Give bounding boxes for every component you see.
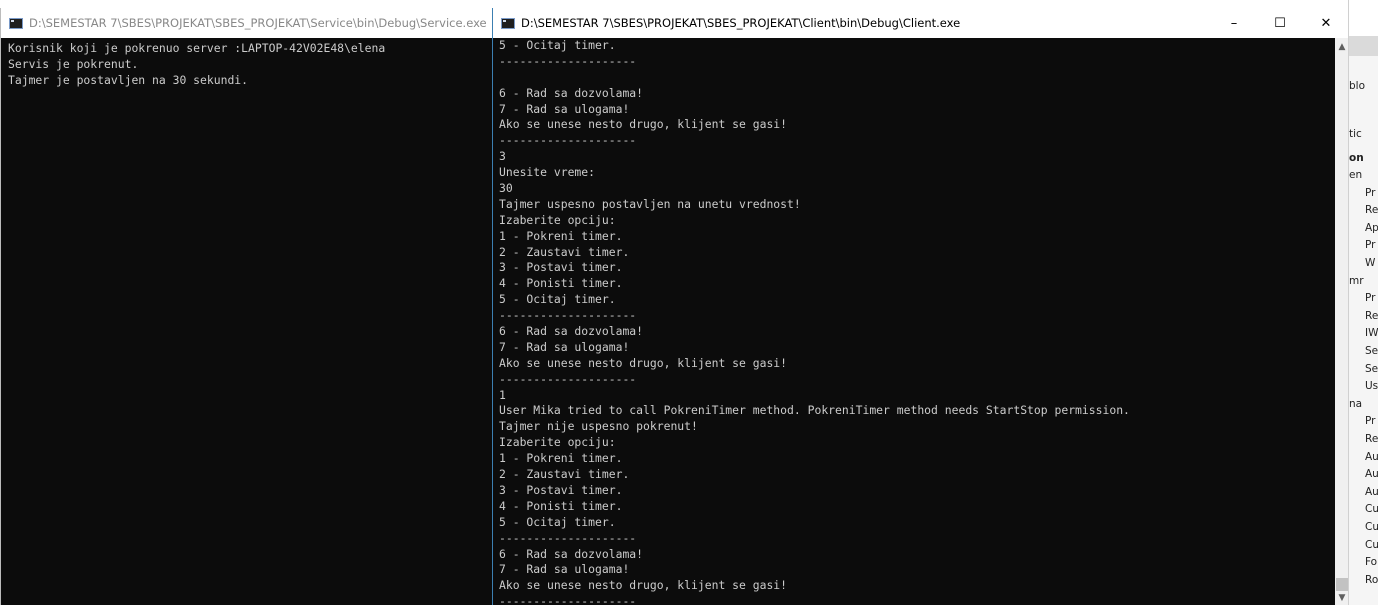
service-window-title: D:\SEMESTAR 7\SBES\PROJEKAT\SBES_PROJEKA… (29, 16, 487, 30)
background-list-item: Us (1365, 380, 1378, 393)
console-line: -------------------- (499, 371, 637, 386)
background-list-item: Se (1365, 362, 1378, 375)
background-list-item: Cu (1365, 538, 1378, 551)
console-line: 3 - Postavi timer. (499, 260, 623, 275)
background-window[interactable]: blo tic on en Pr Re Ap Pr Wmr Pr Re IW Se Se Us na Pr Re A… (1348, 0, 1378, 605)
background-list-item: Au (1365, 485, 1378, 498)
console-line: 6 - Rad sa dozvolama! (499, 324, 644, 339)
minimize-button[interactable]: – (1211, 8, 1257, 38)
scroll-down-arrow-icon[interactable]: ▼ (1335, 591, 1349, 605)
console-line: 7 - Rad sa ulogama! (499, 339, 630, 354)
background-list-item: Au (1365, 450, 1378, 463)
background-list-item: IW (1365, 327, 1378, 340)
console-line: 1 (499, 387, 506, 402)
console-line: Unesite vreme: (499, 165, 596, 180)
background-list-item: Ro (1365, 573, 1378, 586)
background-list-item: na (1349, 397, 1363, 410)
console-line: Ako se unese nesto drugo, klijent se gas… (499, 355, 788, 370)
console-line: 5 - Ocitaj timer. (499, 38, 616, 52)
console-line: 2 - Zaustavi timer. (499, 244, 630, 259)
background-list-item: Pr (1365, 415, 1376, 428)
console-line: Tajmer uspesno postavljen na unetu vredn… (499, 196, 801, 211)
console-line: Izaberite opciju: (499, 212, 616, 227)
console-line: 3 - Postavi timer. (499, 482, 623, 497)
console-line: -------------------- (499, 594, 637, 605)
background-list-item: Pr (1365, 292, 1376, 305)
console-line: 4 - Ponisti timer. (499, 498, 623, 513)
console-line: Ako se unese nesto drugo, klijent se gas… (499, 117, 788, 132)
console-line: 7 - Rad sa ulogama! (499, 562, 630, 577)
background-list-item: blo (1349, 80, 1366, 92)
scrollbar-thumb[interactable] (1336, 578, 1348, 591)
console-line: 6 - Rad sa dozvolama! (499, 85, 644, 100)
background-toolbar (1349, 0, 1378, 36)
console-line: Servis je pokrenut. (8, 56, 139, 71)
background-list-item: Re (1365, 204, 1378, 217)
background-list-item: en (1349, 169, 1363, 181)
background-nav-strip (1349, 36, 1378, 56)
background-list-item: W (1365, 257, 1376, 269)
service-console-output: Korisnik koji je pokrenuo server :LAPTOP… (1, 38, 493, 605)
service-console-window[interactable]: D:\SEMESTAR 7\SBES\PROJEKAT\SBES_PROJEKA… (0, 8, 493, 605)
console-line: -------------------- (499, 53, 637, 68)
scroll-up-arrow-icon[interactable]: ▲ (1335, 40, 1349, 54)
background-list-item: Ap (1365, 221, 1378, 234)
background-list-item: Cu (1365, 521, 1378, 533)
client-console-window[interactable]: D:\SEMESTAR 7\SBES\PROJEKAT\SBES_PROJEKA… (492, 8, 1349, 605)
background-list-item: Se (1365, 345, 1378, 357)
window-controls: – ☐ ✕ (1211, 8, 1349, 38)
console-line: 3 (499, 149, 506, 164)
console-line: 2 - Zaustavi timer. (499, 467, 630, 482)
client-console-output: 5 - Ocitaj timer. -------------------- 6 -… (493, 38, 1335, 605)
console-line: 7 - Rad sa ulogama! (499, 101, 630, 116)
background-list-item: tic (1349, 128, 1362, 140)
console-line: 4 - Ponisti timer. (499, 276, 623, 291)
console-line: 1 - Pokreni timer. (499, 451, 623, 466)
console-line: Tajmer je postavljen na 30 sekundi. (8, 72, 249, 87)
console-line: -------------------- (499, 308, 637, 323)
background-list-item: mr (1349, 274, 1364, 287)
client-window-title: D:\SEMESTAR 7\SBES\PROJEKAT\SBES_PROJEKA… (521, 16, 961, 30)
background-list-item: Pr (1365, 186, 1376, 199)
maximize-button[interactable]: ☐ (1257, 8, 1303, 38)
console-app-icon (9, 17, 23, 29)
console-line: -------------------- (499, 530, 637, 545)
console-line: Ako se unese nesto drugo, klijent se gas… (499, 578, 788, 593)
console-line: -------------------- (499, 133, 637, 148)
background-list-item: Au (1365, 468, 1378, 481)
console-line: Tajmer nije uspesno pokrenut! (499, 419, 698, 434)
console-line: Korisnik koji je pokrenuo server :LAPTOP… (8, 41, 386, 55)
close-button[interactable]: ✕ (1303, 8, 1349, 38)
console-line: 5 - Ocitaj timer. (499, 292, 616, 307)
service-title-bar[interactable]: D:\SEMESTAR 7\SBES\PROJEKAT\SBES_PROJEKA… (1, 8, 493, 38)
console-line: 1 - Pokreni timer. (499, 228, 623, 243)
console-line: 30 (499, 181, 513, 196)
vertical-scrollbar[interactable]: ▲ ▼ (1335, 38, 1349, 605)
console-line: User Mika tried to call PokreniTimer met… (499, 403, 1130, 418)
console-line: 6 - Rad sa dozvolama! (499, 546, 644, 561)
background-list-item: Pr (1365, 239, 1376, 252)
console-line: Izaberite opciju: (499, 435, 616, 450)
background-list-item: Fo (1365, 556, 1378, 569)
background-list-item: Cu (1365, 503, 1378, 516)
background-list-item: Re (1365, 433, 1378, 445)
console-app-icon (501, 17, 515, 29)
background-list-item: Re (1365, 309, 1378, 322)
background-list-item: on (1349, 152, 1364, 164)
console-line: 5 - Ocitaj timer. (499, 514, 616, 529)
